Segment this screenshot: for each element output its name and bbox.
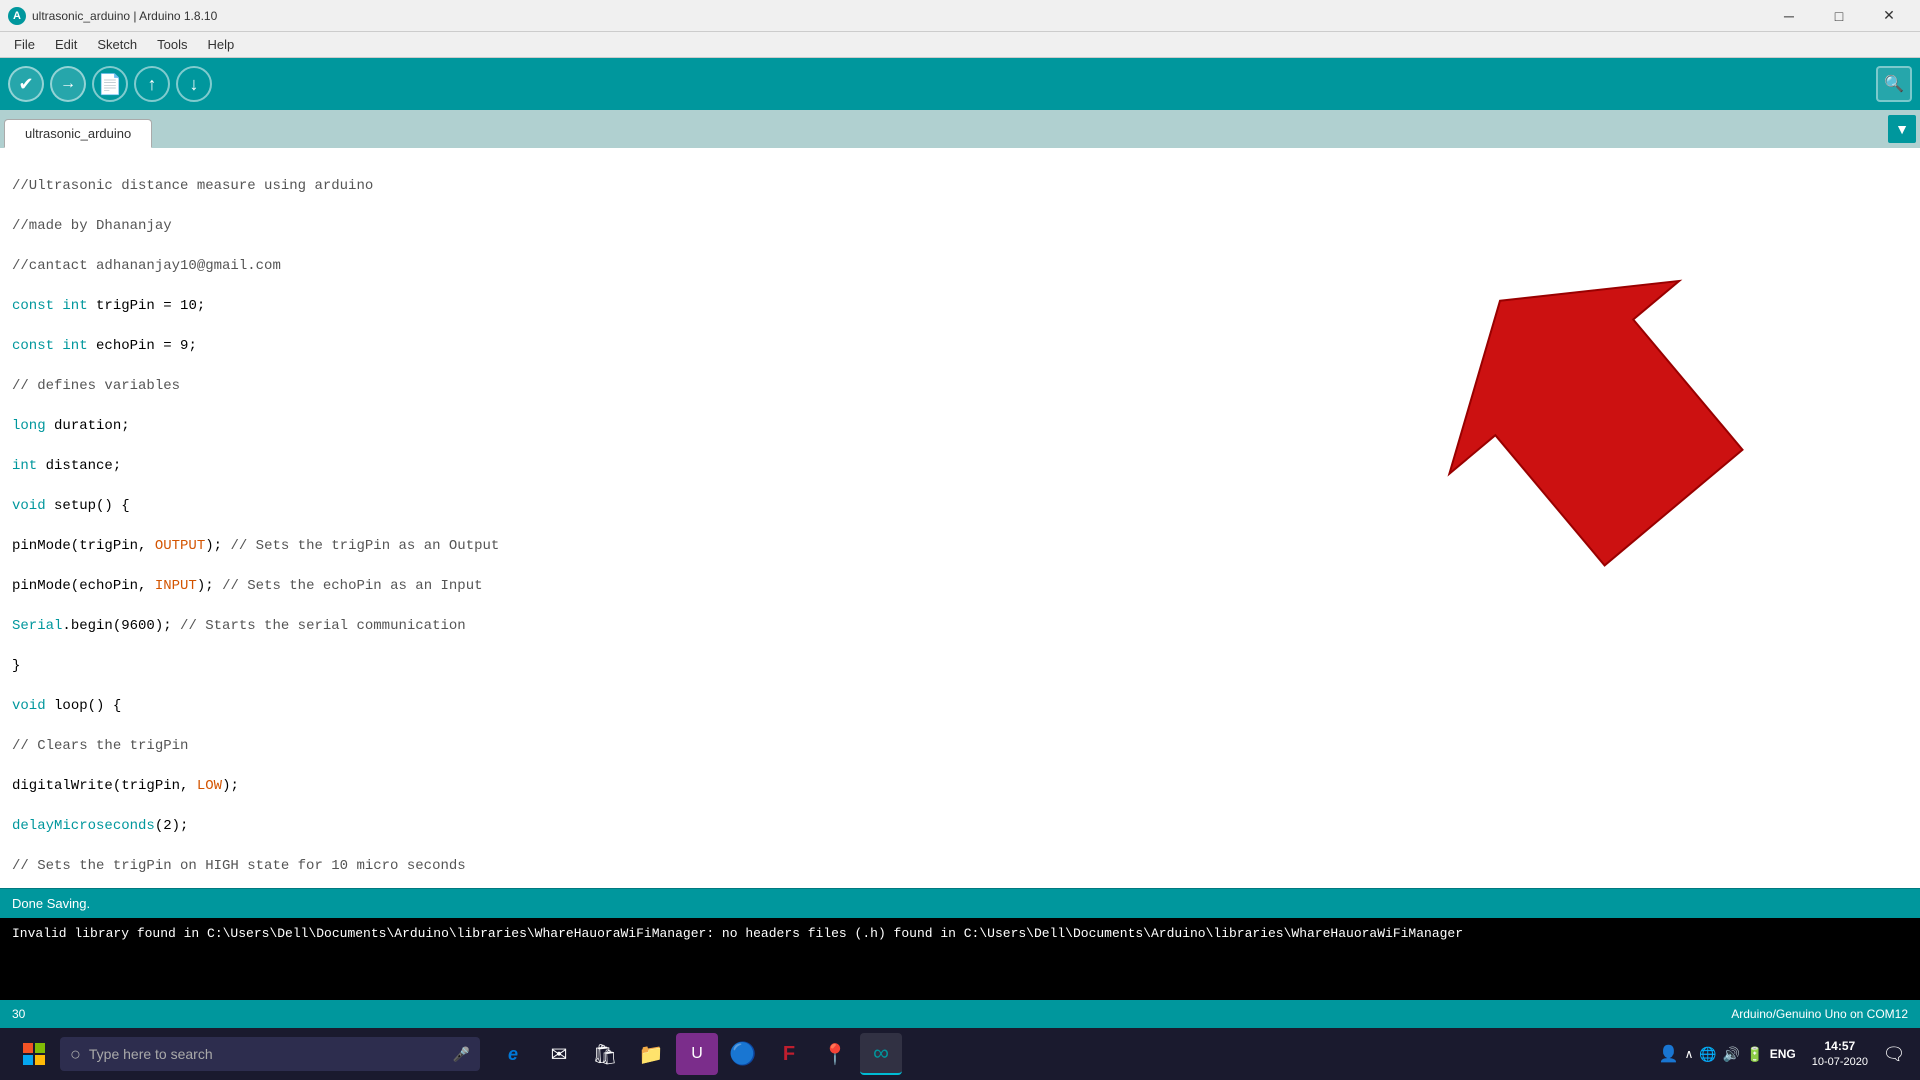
uniget-taskbar-icon[interactable]: U xyxy=(676,1033,718,1075)
taskbar-right: 👤 ∧ 🌐 🔊 🔋 ENG 14:57 10-07-2020 🗨 xyxy=(1651,1036,1912,1072)
mail-taskbar-icon[interactable]: ✉ xyxy=(538,1033,580,1075)
notification-button[interactable]: 🗨 xyxy=(1876,1036,1912,1072)
filezilla-taskbar-icon[interactable]: F xyxy=(768,1033,810,1075)
serial-monitor-button[interactable]: 🔍 xyxy=(1876,66,1912,102)
window-controls: ─ □ ✕ xyxy=(1766,2,1912,30)
battery-icon[interactable]: 🔋 xyxy=(1746,1046,1763,1063)
editor-area[interactable]: //Ultrasonic distance measure using ardu… xyxy=(0,148,1920,888)
start-button[interactable] xyxy=(8,1028,60,1080)
open-button[interactable]: ↑ xyxy=(134,66,170,102)
store-taskbar-icon[interactable]: 🛍 xyxy=(584,1033,626,1075)
menu-sketch[interactable]: Sketch xyxy=(87,35,147,54)
menu-tools[interactable]: Tools xyxy=(147,35,197,54)
search-placeholder-text: Type here to search xyxy=(89,1046,213,1062)
search-circle-icon: ○ xyxy=(70,1044,81,1065)
app-icon: A xyxy=(8,7,26,25)
clock[interactable]: 14:57 10-07-2020 xyxy=(1812,1038,1868,1070)
edge-taskbar-icon[interactable]: e xyxy=(492,1033,534,1075)
tab-dropdown-arrow[interactable]: ▼ xyxy=(1888,115,1916,143)
chrome-taskbar-icon[interactable]: 🔵 xyxy=(722,1033,764,1075)
console-message: Invalid library found in C:\Users\Dell\D… xyxy=(12,926,1463,941)
editor-wrapper: //Ultrasonic distance measure using ardu… xyxy=(0,148,1920,888)
status-bar: Done Saving. xyxy=(0,888,1920,918)
board-info: Arduino/Genuino Uno on COM12 xyxy=(1731,1007,1908,1021)
search-bar[interactable]: ○ Type here to search 🎤 xyxy=(60,1037,480,1071)
console-area: Invalid library found in C:\Users\Dell\D… xyxy=(0,918,1920,1000)
code-content: //Ultrasonic distance measure using ardu… xyxy=(0,154,1920,888)
toolbar: ✔ → 📄 ↑ ↓ 🔍 xyxy=(0,58,1920,110)
network-icon[interactable]: 🌐 xyxy=(1699,1046,1716,1063)
upload-button[interactable]: → xyxy=(50,66,86,102)
toolbar-right: 🔍 xyxy=(1876,66,1912,102)
maps-taskbar-icon[interactable]: 📍 xyxy=(814,1033,856,1075)
menu-bar: File Edit Sketch Tools Help xyxy=(0,32,1920,58)
verify-button[interactable]: ✔ xyxy=(8,66,44,102)
title-bar: A ultrasonic_arduino | Arduino 1.8.10 ─ … xyxy=(0,0,1920,32)
minimize-button[interactable]: ─ xyxy=(1766,2,1812,30)
title-text: ultrasonic_arduino | Arduino 1.8.10 xyxy=(32,9,217,23)
people-icon[interactable]: 👤 xyxy=(1659,1044,1679,1064)
menu-edit[interactable]: Edit xyxy=(45,35,87,54)
menu-help[interactable]: Help xyxy=(197,35,244,54)
chevron-up-icon[interactable]: ∧ xyxy=(1685,1047,1694,1061)
new-button[interactable]: 📄 xyxy=(92,66,128,102)
microphone-icon[interactable]: 🎤 xyxy=(453,1046,470,1063)
volume-icon[interactable]: 🔊 xyxy=(1723,1046,1740,1063)
tab-ultrasonic-arduino[interactable]: ultrasonic_arduino xyxy=(4,119,152,148)
status-message: Done Saving. xyxy=(12,896,90,911)
clock-time: 14:57 xyxy=(1812,1038,1868,1055)
arduino-taskbar-icon[interactable]: ∞ xyxy=(860,1033,902,1075)
tab-bar: ultrasonic_arduino ▼ xyxy=(0,110,1920,148)
maximize-button[interactable]: □ xyxy=(1816,2,1862,30)
close-button[interactable]: ✕ xyxy=(1866,2,1912,30)
explorer-taskbar-icon[interactable]: 📁 xyxy=(630,1033,672,1075)
clock-date: 10-07-2020 xyxy=(1812,1055,1868,1070)
bottom-strip: 30 Arduino/Genuino Uno on COM12 xyxy=(0,1000,1920,1028)
taskbar: ○ Type here to search 🎤 e ✉ 🛍 📁 U 🔵 F 📍 … xyxy=(0,1028,1920,1080)
menu-file[interactable]: File xyxy=(4,35,45,54)
taskbar-icons: e ✉ 🛍 📁 U 🔵 F 📍 ∞ xyxy=(492,1033,902,1075)
line-number: 30 xyxy=(12,1007,25,1021)
title-bar-left: A ultrasonic_arduino | Arduino 1.8.10 xyxy=(8,7,217,25)
save-button[interactable]: ↓ xyxy=(176,66,212,102)
system-tray: 👤 ∧ 🌐 🔊 🔋 ENG xyxy=(1651,1044,1804,1064)
language-indicator[interactable]: ENG xyxy=(1770,1047,1796,1061)
